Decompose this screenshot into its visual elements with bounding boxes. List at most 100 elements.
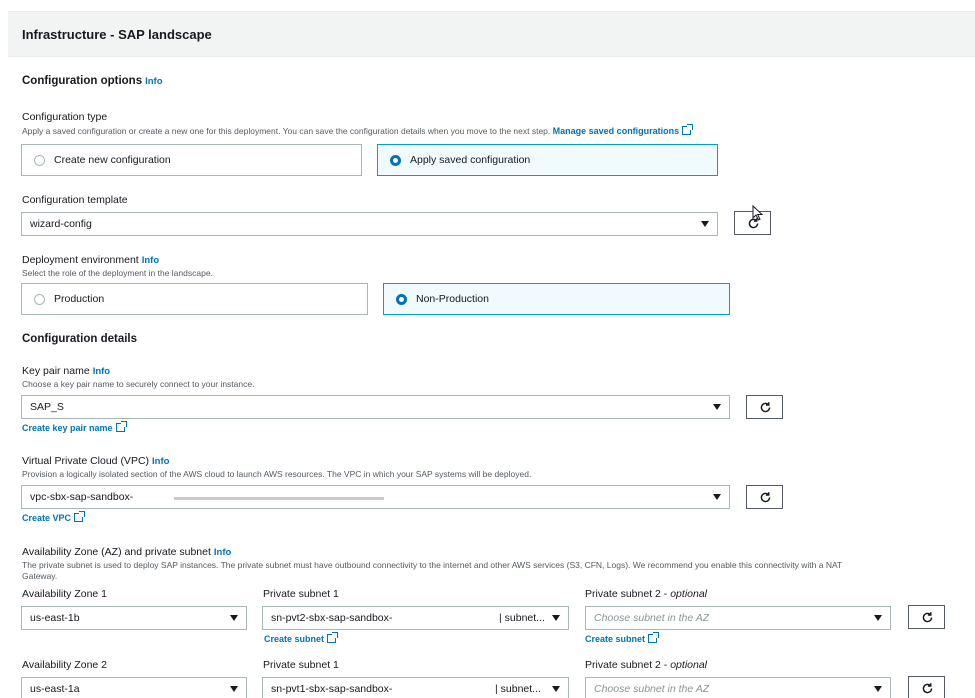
key-pair-label: Key pair name	[22, 365, 90, 377]
config-template-select[interactable]: wizard-config	[21, 212, 718, 236]
az-subnet-info-link[interactable]: Info	[214, 547, 231, 558]
config-template-label: Configuration template	[22, 194, 128, 206]
az1-subnet2-label: Private subnet 2 - optional	[585, 588, 707, 600]
panel-header: Infrastructure - SAP landscape	[8, 11, 975, 57]
az1-value: us-east-1b	[30, 612, 80, 624]
az2-subnet1-value: sn-pvt1-sbx-sap-sandbox-	[271, 683, 393, 695]
key-pair-info-link[interactable]: Info	[93, 366, 110, 377]
az1-create-subnet1-link[interactable]: Create subnet	[264, 632, 339, 644]
key-pair-value: SAP_S	[30, 401, 64, 413]
radio-apply-saved-config[interactable]: Apply saved configuration	[377, 144, 718, 176]
radio-non-production-label: Non-Production	[416, 293, 489, 305]
key-pair-refresh-button[interactable]	[746, 395, 783, 419]
az2-subnet2-optional: optional	[670, 659, 707, 671]
az2-select[interactable]: us-east-1a	[21, 677, 247, 698]
vpc-value: vpc-sbx-sap-sandbox-	[30, 491, 134, 503]
external-link-icon	[327, 632, 339, 643]
manage-saved-configs-link[interactable]: Manage saved configurations	[552, 124, 694, 136]
chevron-down-icon	[874, 615, 882, 621]
config-type-desc: Apply a saved configuration or create a …	[22, 124, 694, 136]
refresh-icon	[922, 683, 933, 694]
chevron-down-icon	[713, 494, 721, 500]
mouse-pointer-icon	[752, 205, 764, 221]
az1-refresh-button[interactable]	[908, 605, 945, 629]
vpc-info-link[interactable]: Info	[152, 456, 169, 467]
refresh-icon	[760, 492, 771, 503]
az1-subnet2-optional: optional	[670, 588, 707, 600]
deploy-env-info-link[interactable]: Info	[142, 255, 159, 266]
chevron-down-icon	[874, 686, 882, 692]
az-subnet-desc: The private subnet is used to deploy SAP…	[22, 560, 942, 582]
create-key-pair-label: Create key pair name	[22, 423, 113, 433]
az2-label: Availability Zone 2	[22, 659, 108, 671]
radio-button-selected-icon	[396, 294, 407, 305]
chevron-down-icon	[713, 404, 721, 410]
deploy-env-heading: Deployment environment Info	[22, 254, 159, 266]
vpc-heading: Virtual Private Cloud (VPC) Info	[22, 455, 169, 467]
radio-button-icon	[34, 155, 45, 166]
config-options-heading: Configuration options Info	[22, 75, 163, 87]
radio-non-production[interactable]: Non-Production	[383, 283, 730, 315]
external-link-icon	[74, 511, 86, 522]
az2-subnet1-label: Private subnet 1	[263, 659, 339, 671]
az1-subnet2-select[interactable]: Choose subnet in the AZ	[585, 606, 891, 630]
key-pair-select[interactable]: SAP_S	[21, 395, 730, 419]
radio-create-new-label: Create new configuration	[54, 154, 171, 166]
az1-subnet2-placeholder: Choose subnet in the AZ	[594, 612, 710, 624]
radio-button-icon	[34, 294, 45, 305]
az1-subnet2-label-text: Private subnet 2 -	[585, 588, 671, 600]
config-options-title: Configuration options	[22, 75, 143, 87]
az-subnet-desc-line2: Gateway.	[22, 571, 58, 581]
config-type-label: Configuration type	[22, 111, 108, 123]
manage-saved-configs-label: Manage saved configurations	[552, 126, 680, 136]
az1-subnet1-select[interactable]: sn-pvt2-sbx-sap-sandbox- | subnet...	[262, 606, 569, 630]
deploy-env-label: Deployment environment	[22, 254, 139, 266]
refresh-icon	[760, 402, 771, 413]
redacted-text	[174, 497, 384, 500]
az2-subnet2-label: Private subnet 2 - optional	[585, 659, 707, 671]
config-options-info-link[interactable]: Info	[145, 76, 162, 87]
chevron-down-icon	[552, 686, 560, 692]
vpc-select[interactable]: vpc-sbx-sap-sandbox-	[21, 485, 730, 509]
az-subnet-label: Availability Zone (AZ) and private subne…	[22, 546, 211, 558]
external-link-icon	[682, 124, 694, 135]
chevron-down-icon	[230, 686, 238, 692]
external-link-icon	[648, 632, 660, 643]
vpc-label: Virtual Private Cloud (VPC)	[22, 455, 150, 467]
refresh-icon	[922, 612, 933, 623]
radio-production[interactable]: Production	[21, 283, 368, 315]
chevron-down-icon	[230, 615, 238, 621]
az1-create-subnet2-link[interactable]: Create subnet	[585, 632, 660, 644]
az2-subnet2-label-text: Private subnet 2 -	[585, 659, 671, 671]
vpc-refresh-button[interactable]	[746, 485, 783, 509]
page-title: Infrastructure - SAP landscape	[22, 27, 212, 42]
radio-production-label: Production	[54, 293, 105, 305]
create-key-pair-link[interactable]: Create key pair name	[22, 421, 127, 433]
az1-subnet1-label: Private subnet 1	[263, 588, 339, 600]
radio-create-new-config[interactable]: Create new configuration	[21, 144, 362, 176]
az2-subnet2-select[interactable]: Choose subnet in the AZ	[585, 677, 891, 698]
key-pair-desc: Choose a key pair name to securely conne…	[22, 379, 255, 389]
config-template-value: wizard-config	[30, 218, 92, 230]
chevron-down-icon	[552, 615, 560, 621]
create-subnet-label: Create subnet	[264, 634, 325, 644]
chevron-down-icon	[701, 221, 709, 227]
config-details-title: Configuration details	[22, 333, 137, 345]
az1-subnet1-suffix: | subnet...	[499, 612, 545, 624]
key-pair-heading: Key pair name Info	[22, 365, 110, 377]
create-vpc-label: Create VPC	[22, 513, 72, 523]
az1-select[interactable]: us-east-1b	[21, 606, 247, 630]
az2-refresh-button[interactable]	[908, 676, 945, 698]
config-type-desc-text: Apply a saved configuration or create a …	[22, 126, 551, 136]
az1-label: Availability Zone 1	[22, 588, 108, 600]
radio-apply-saved-label: Apply saved configuration	[410, 154, 531, 166]
external-link-icon	[115, 421, 127, 432]
radio-button-selected-icon	[390, 155, 401, 166]
az2-subnet1-select[interactable]: sn-pvt1-sbx-sap-sandbox- | subnet...	[262, 677, 569, 698]
az2-subnet1-suffix: | subnet...	[495, 683, 541, 695]
az-subnet-desc-line1: The private subnet is used to deploy SAP…	[22, 560, 843, 570]
deploy-env-desc: Select the role of the deployment in the…	[22, 268, 213, 278]
az2-value: us-east-1a	[30, 683, 80, 695]
create-vpc-link[interactable]: Create VPC	[22, 511, 86, 523]
az2-subnet2-placeholder: Choose subnet in the AZ	[594, 683, 710, 695]
